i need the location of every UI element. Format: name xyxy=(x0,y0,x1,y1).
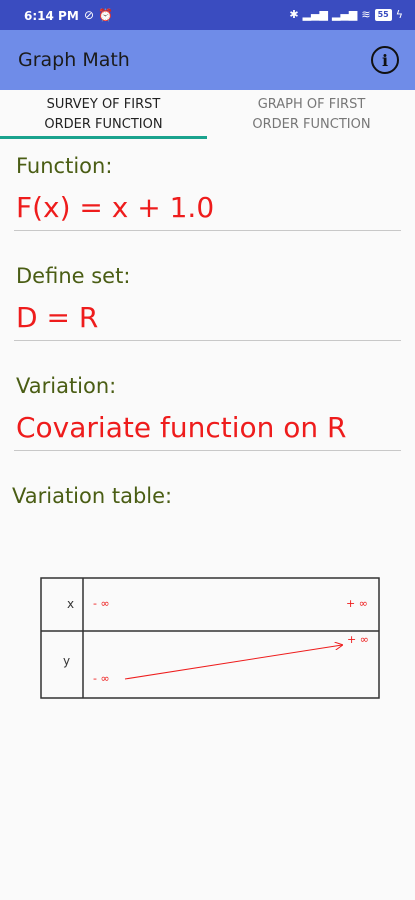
tab-graph-line2: ORDER FUNCTION xyxy=(252,117,371,132)
define-set-divider xyxy=(14,340,401,341)
tab-bar: SURVEY OF FIRST ORDER FUNCTION GRAPH OF … xyxy=(0,90,415,140)
y-end: + ∞ xyxy=(347,633,369,646)
x-start: - ∞ xyxy=(93,597,110,610)
define-set-value: D = R xyxy=(16,301,99,334)
tab-indicator xyxy=(0,136,207,139)
function-divider xyxy=(14,230,401,231)
define-set-label: Define set: xyxy=(16,264,131,288)
tab-survey[interactable]: SURVEY OF FIRST ORDER FUNCTION xyxy=(0,95,207,140)
status-time: 6:14 PM xyxy=(24,9,79,23)
x-end: + ∞ xyxy=(346,597,368,610)
status-system-icons: ✱ ▂▄▆ ▂▄▆ ≋ 55 ϟ xyxy=(289,8,403,21)
app-title: Graph Math xyxy=(18,49,130,71)
signal-icon: ▂▄▆ xyxy=(302,8,328,21)
variation-label: Variation: xyxy=(16,374,117,398)
app-bar: Graph Math i xyxy=(0,30,415,90)
wifi-icon: ≋ xyxy=(361,8,371,21)
tab-survey-line2: ORDER FUNCTION xyxy=(44,117,163,132)
row-x-label: x xyxy=(67,597,74,611)
variation-value: Covariate function on R xyxy=(16,411,347,444)
charging-icon: ϟ xyxy=(395,8,403,21)
status-bar: 6:14 PM ⊘⏰ ✱ ▂▄▆ ▂▄▆ ≋ 55 ϟ xyxy=(0,0,415,30)
no-disturb-icon: ⊘ xyxy=(84,8,99,22)
info-icon[interactable]: i xyxy=(371,46,399,74)
variation-table: x y - ∞ + ∞ + ∞ - ∞ xyxy=(40,577,380,699)
tab-graph[interactable]: GRAPH OF FIRST ORDER FUNCTION xyxy=(208,95,415,140)
signal-icon-2: ▂▄▆ xyxy=(331,8,358,21)
variation-divider xyxy=(14,450,401,451)
y-start: - ∞ xyxy=(93,672,110,685)
function-value: F(x) = x + 1.0 xyxy=(16,191,215,224)
variation-table-label: Variation table: xyxy=(12,484,173,508)
tab-graph-line1: GRAPH OF FIRST xyxy=(257,97,366,112)
battery-icon: 55 xyxy=(374,8,392,21)
function-label: Function: xyxy=(16,154,113,178)
tab-survey-line1: SURVEY OF FIRST xyxy=(46,97,161,112)
bluetooth-icon: ✱ xyxy=(289,8,299,21)
increasing-arrow xyxy=(124,645,342,680)
row-y-label: y xyxy=(63,654,70,668)
status-notification-icons: ⊘⏰ xyxy=(84,8,117,22)
alarm-icon: ⏰ xyxy=(98,8,118,22)
table-border xyxy=(40,577,380,699)
